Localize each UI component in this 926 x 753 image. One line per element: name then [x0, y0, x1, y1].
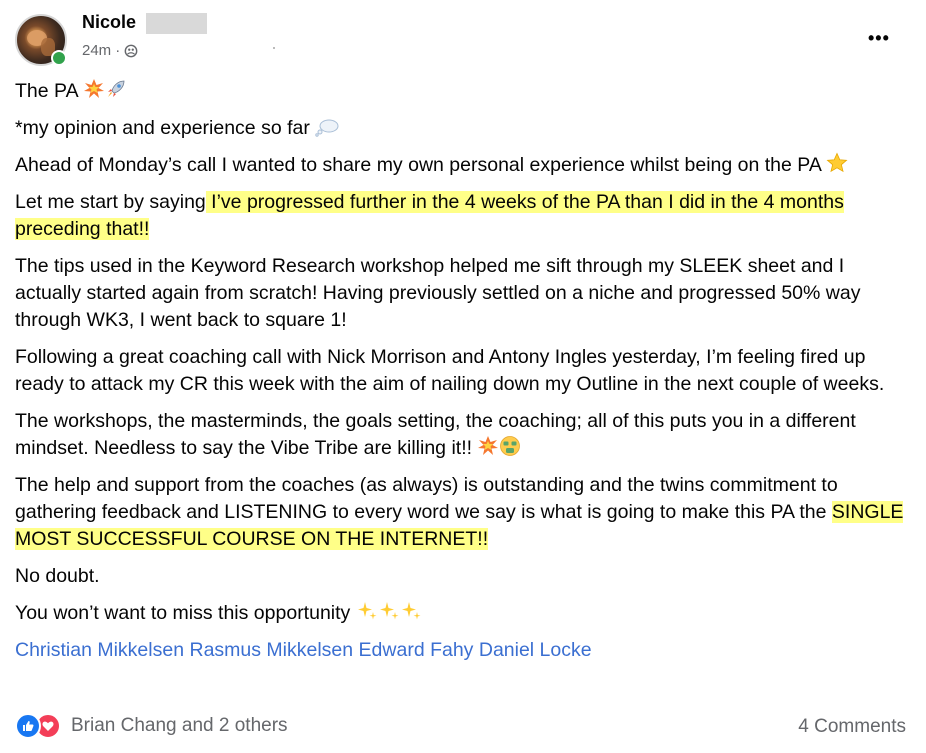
tag-link[interactable]: Christian Mikkelsen [15, 639, 184, 661]
paragraph-3: Ahead of Monday’s call I wanted to share… [15, 152, 910, 179]
paragraph-7: The workshops, the masterminds, the goal… [15, 410, 856, 459]
paragraph-4: Let me start by saying I’ve progressed f… [15, 191, 844, 240]
collision-icon [83, 79, 104, 98]
comments-count[interactable]: 4 Comments [798, 716, 906, 738]
more-options-button[interactable]: ••• [868, 28, 890, 49]
reactors-text[interactable]: Brian Chang and 2 others [71, 715, 288, 737]
thought-balloon-icon [315, 119, 339, 137]
meta-separator: · [115, 42, 121, 59]
paragraph-8: The help and support from the coaches (a… [15, 474, 904, 550]
paragraph-2: *my opinion and experience so far [15, 115, 910, 142]
paragraph-10: You won’t want to miss this opportunity [15, 600, 910, 627]
like-icon [15, 713, 41, 739]
paragraph-9: No doubt. [15, 565, 100, 587]
paragraph-1: The PA [15, 78, 910, 105]
sparkles-icon [357, 602, 377, 620]
post-meta: 24m · [82, 42, 138, 59]
tag-link[interactable]: Daniel Locke [479, 639, 592, 661]
tagged-users: Christian Mikkelsen Rasmus Mikkelsen Edw… [15, 637, 910, 664]
group-privacy-icon [124, 44, 138, 57]
speck [273, 47, 275, 49]
reaction-summary[interactable]: Brian Chang and 2 others [15, 713, 288, 739]
avatar[interactable] [15, 14, 67, 66]
sparkles-icon [379, 602, 399, 620]
post-body: The PA *my opinion and experience so far… [15, 78, 910, 674]
post-time[interactable]: 24m [82, 42, 111, 59]
star-icon [826, 152, 848, 173]
paragraph-5: The tips used in the Keyword Research wo… [15, 255, 861, 331]
online-status-icon [51, 50, 67, 66]
money-mouth-face-icon [500, 436, 521, 456]
collision-icon [478, 436, 499, 455]
rocket-icon [107, 80, 125, 97]
tag-link[interactable]: Edward Fahy [359, 639, 474, 661]
sparkles-icon [401, 602, 421, 620]
tag-link[interactable]: Rasmus Mikkelsen [189, 639, 353, 661]
redacted-surname [146, 13, 207, 34]
author-name[interactable]: Nicole [82, 12, 136, 33]
paragraph-6: Following a great coaching call with Nic… [15, 346, 885, 395]
